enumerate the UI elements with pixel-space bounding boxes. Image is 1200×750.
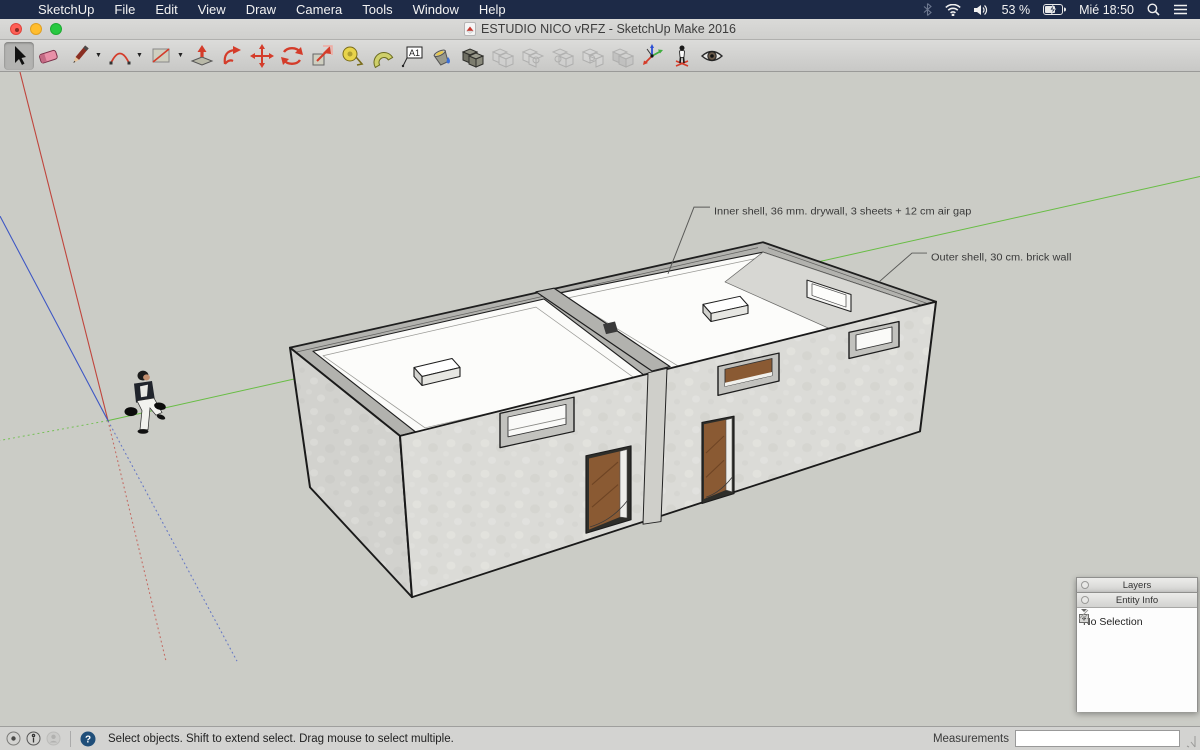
menu-item[interactable]: Edit	[145, 0, 187, 19]
eraser-tool-icon[interactable]	[34, 42, 64, 70]
window-resize-grip[interactable]	[1186, 730, 1196, 748]
credits-info-icon[interactable]	[26, 731, 41, 746]
user-icon	[46, 731, 61, 746]
svg-text:A1: A1	[409, 48, 420, 58]
svg-text:?: ?	[85, 734, 91, 745]
scale-tool-icon[interactable]	[307, 42, 337, 70]
tape-measure-tool-icon[interactable]	[337, 42, 367, 70]
red-axis-solid	[20, 72, 108, 421]
measurements-label: Measurements	[933, 733, 1009, 745]
geolocation-icon[interactable]	[6, 731, 21, 746]
subtract-tool-icon	[517, 42, 547, 70]
statusbar: ? Select objects. Shift to extend select…	[0, 726, 1200, 750]
macos-menubar: SketchUpFileEditViewDrawCameraToolsWindo…	[0, 0, 1200, 19]
bluetooth-icon[interactable]	[923, 3, 932, 16]
door-right-room[interactable]	[702, 416, 734, 503]
arc-dropdown-arrow[interactable]: ▼	[135, 42, 144, 70]
rectangle-dropdown-arrow[interactable]: ▼	[176, 42, 185, 70]
battery-percentage: 53 %	[1002, 3, 1031, 17]
menu-item[interactable]: SketchUp	[28, 0, 104, 19]
union-tool-icon	[487, 42, 517, 70]
move-tool-icon[interactable]	[247, 42, 277, 70]
layers-panel-title: Layers	[1077, 580, 1197, 591]
arc-tool-icon[interactable]	[105, 42, 135, 70]
volume-icon[interactable]	[974, 4, 989, 16]
spotlight-search-icon[interactable]	[1147, 3, 1160, 16]
blue-axis-solid	[0, 216, 108, 420]
close-button[interactable]	[10, 23, 22, 35]
follow-me-tool-icon[interactable]	[217, 42, 247, 70]
rotate-tool-icon[interactable]	[277, 42, 307, 70]
line-tool-icon[interactable]	[64, 42, 94, 70]
viewport-canvas[interactable]: Inner shell, 36 mm. drywall, 3 sheets + …	[0, 72, 1200, 726]
outer-shell-tool-icon[interactable]	[457, 42, 487, 70]
rectangle-tool-icon[interactable]	[146, 42, 176, 70]
scale-figure[interactable]	[125, 371, 167, 434]
trim-tool-icon	[547, 42, 577, 70]
blue-axis-dotted	[108, 421, 237, 662]
layers-panel[interactable]: Layers	[1076, 577, 1198, 593]
entity-info-title: Entity Info	[1077, 595, 1197, 606]
menubar-clock[interactable]: Mié 18:50	[1079, 3, 1134, 17]
status-hint: Select objects. Shift to extend select. …	[108, 733, 454, 745]
door-left-room[interactable]	[586, 446, 631, 533]
measurements-input[interactable]	[1015, 730, 1180, 747]
menu-item[interactable]: Window	[403, 0, 469, 19]
window-title: ESTUDIO NICO vRFZ - SketchUp Make 2016	[481, 22, 736, 36]
modeling-viewport[interactable]: Inner shell, 36 mm. drywall, 3 sheets + …	[0, 72, 1200, 726]
menu-item[interactable]: Camera	[286, 0, 352, 19]
green-axis-dotted	[0, 421, 108, 441]
minimize-button[interactable]	[30, 23, 42, 35]
split-tool-icon	[607, 42, 637, 70]
paint-bucket-tool-icon[interactable]	[427, 42, 457, 70]
menu-item[interactable]: Draw	[236, 0, 286, 19]
position-camera-tool-icon[interactable]	[667, 42, 697, 70]
menu-item[interactable]: Tools	[352, 0, 402, 19]
panel-collapse-icon[interactable]	[1081, 596, 1089, 604]
panel-resize-grip[interactable]	[1077, 608, 1089, 620]
axes-tool-icon[interactable]	[637, 42, 667, 70]
document-icon	[464, 22, 476, 36]
menu-item[interactable]: Help	[469, 0, 516, 19]
intersect-tool-icon	[577, 42, 607, 70]
app-menus: SketchUpFileEditViewDrawCameraToolsWindo…	[28, 0, 516, 19]
statusbar-divider	[70, 731, 71, 747]
toolbar: ▼ ▼ ▼ A1	[0, 40, 1200, 72]
red-axis-dotted	[108, 421, 166, 662]
text-tool-icon[interactable]: A1	[397, 42, 427, 70]
entity-info-panel[interactable]: Entity Info No Selection	[1076, 592, 1198, 712]
help-icon[interactable]: ?	[80, 731, 96, 747]
look-around-tool-icon[interactable]	[697, 42, 727, 70]
3d-model-building[interactable]	[290, 242, 936, 597]
push-pull-tool-icon[interactable]	[187, 42, 217, 70]
battery-icon	[1043, 4, 1066, 15]
entity-info-status: No Selection	[1083, 616, 1143, 628]
window-titlebar[interactable]: ESTUDIO NICO vRFZ - SketchUp Make 2016	[0, 19, 1200, 40]
notification-center-icon[interactable]	[1173, 4, 1188, 15]
annotation-outer-shell[interactable]: Outer shell, 30 cm. brick wall	[879, 253, 1071, 282]
layers-panel-header[interactable]: Layers	[1077, 578, 1197, 593]
panel-collapse-icon[interactable]	[1081, 581, 1089, 589]
svg-text:Inner shell, 36 mm. drywall, 3: Inner shell, 36 mm. drywall, 3 sheets + …	[714, 207, 972, 217]
protractor-tool-icon[interactable]	[367, 42, 397, 70]
menu-item[interactable]: View	[188, 0, 236, 19]
menu-item[interactable]: File	[104, 0, 145, 19]
line-dropdown-arrow[interactable]: ▼	[94, 42, 103, 70]
zoom-button[interactable]	[50, 23, 62, 35]
select-tool-icon[interactable]	[4, 42, 34, 70]
wifi-icon[interactable]	[945, 4, 961, 16]
entity-info-header[interactable]: Entity Info	[1077, 593, 1197, 608]
svg-text:Outer shell, 30 cm. brick wall: Outer shell, 30 cm. brick wall	[931, 253, 1071, 263]
